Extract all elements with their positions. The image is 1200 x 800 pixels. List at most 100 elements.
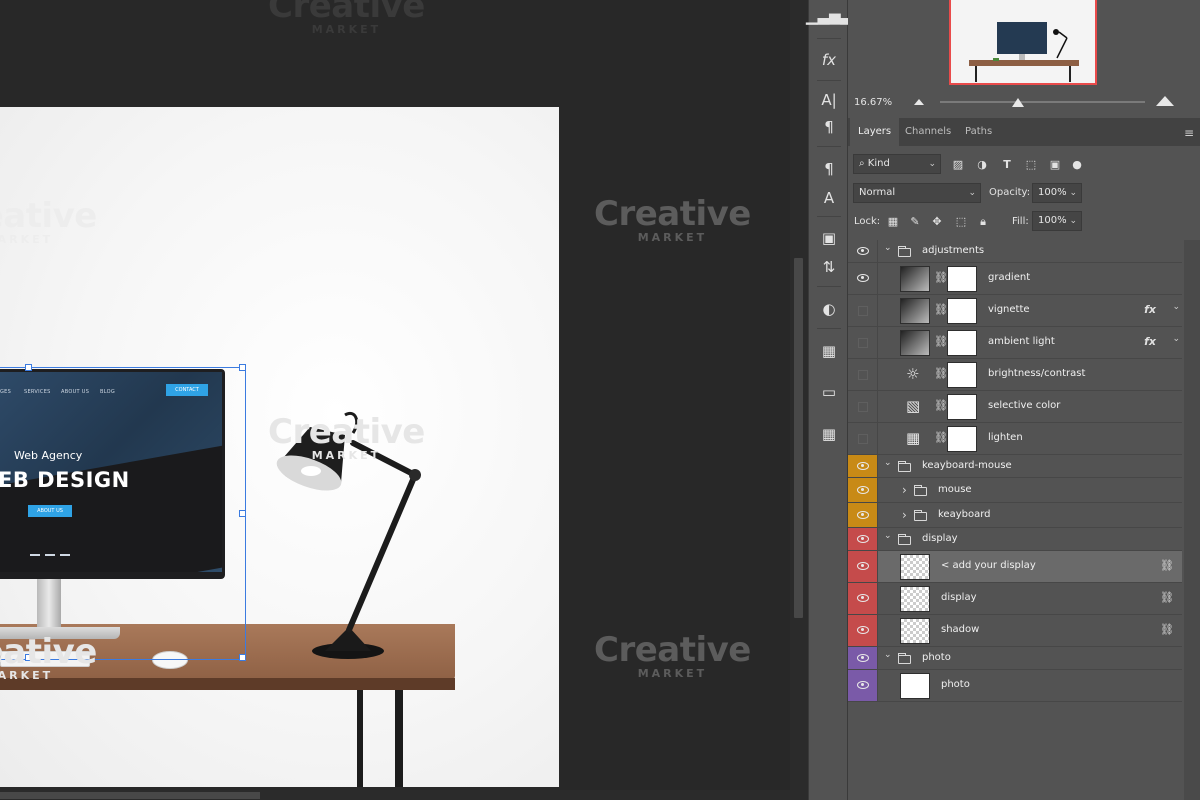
layer-row[interactable]: ▧ ⛓ selective color — [848, 391, 1182, 423]
chevron-down-icon[interactable]: ⌄ — [884, 243, 892, 253]
opacity-field[interactable]: 100% ⌄ — [1032, 183, 1082, 203]
layer-visibility-toggle[interactable] — [848, 423, 878, 454]
lock-paint-icon[interactable]: ✎ — [908, 215, 922, 229]
layer-visibility-toggle[interactable] — [848, 295, 878, 326]
fx-styles-icon[interactable]: fx — [815, 48, 843, 72]
layer-mask-thumbnail[interactable] — [947, 394, 977, 420]
layer-row[interactable]: shadow ⛓ — [848, 615, 1182, 647]
transform-handle[interactable] — [239, 654, 246, 661]
layer-visibility-toggle[interactable] — [848, 478, 878, 502]
layer-effects-icon[interactable]: fx — [1144, 303, 1156, 316]
layer-visibility-toggle[interactable] — [848, 647, 878, 669]
layer-name[interactable]: display — [941, 592, 977, 603]
layer-effects-icon[interactable]: fx — [1144, 335, 1156, 348]
layer-group-row[interactable]: › keayboard — [848, 503, 1182, 528]
filter-pixel-icon[interactable]: ▨ — [951, 158, 965, 172]
mask-link-icon[interactable]: ⛓ — [934, 367, 948, 380]
layer-visibility-toggle[interactable] — [848, 359, 878, 390]
layer-visibility-toggle[interactable] — [848, 391, 878, 422]
layer-name[interactable]: selective color — [988, 400, 1060, 411]
layer-group-row[interactable]: ⌄ keayboard-mouse — [848, 455, 1182, 478]
document-canvas[interactable]: GES SERVICES ABOUT US BLOG CONTACT Web A… — [0, 107, 559, 787]
layer-name[interactable]: gradient — [988, 272, 1030, 283]
layer-visibility-toggle[interactable] — [848, 583, 878, 614]
zoom-slider-handle[interactable] — [1012, 98, 1024, 107]
zoom-slider[interactable] — [940, 101, 1145, 103]
canvas-horizontal-scrollbar[interactable] — [0, 790, 790, 800]
transform-handle[interactable] — [239, 510, 246, 517]
paragraph-styles-icon[interactable]: ¶ — [815, 157, 843, 181]
canvas-vertical-scrollbar[interactable] — [790, 0, 808, 800]
character-icon[interactable]: A| — [815, 88, 843, 112]
panel-menu-icon[interactable]: ≡ — [1184, 126, 1194, 140]
layer-name[interactable]: shadow — [941, 624, 979, 635]
zoom-out-icon[interactable] — [914, 99, 924, 105]
scrollbar-thumb[interactable] — [0, 792, 260, 799]
layer-name[interactable]: photo — [941, 679, 970, 690]
layer-row[interactable]: ⛓ ambient light fx ⌄ — [848, 327, 1182, 359]
filter-adjustment-icon[interactable]: ◑ — [975, 158, 989, 172]
layer-visibility-toggle[interactable] — [848, 503, 878, 527]
layer-row[interactable]: ☼ ⛓ brightness/contrast — [848, 359, 1182, 391]
filter-kind-dropdown[interactable]: ⌕ Kind ⌄ — [853, 154, 941, 174]
layer-group-row[interactable]: › mouse — [848, 478, 1182, 503]
layer-visibility-toggle[interactable] — [848, 615, 878, 646]
layer-name[interactable]: display — [922, 533, 958, 544]
layer-visibility-toggle[interactable] — [848, 455, 878, 477]
lock-transparent-icon[interactable]: ▦ — [886, 215, 900, 229]
layer-name[interactable]: lighten — [988, 432, 1023, 443]
lock-all-icon[interactable]: 🔒︎ — [976, 215, 990, 229]
layer-mask-thumbnail[interactable] — [947, 426, 977, 452]
layer-group-row[interactable]: ⌄ photo — [848, 647, 1182, 670]
layer-name[interactable]: photo — [922, 652, 951, 663]
grid-swatch-icon[interactable]: ▦ — [815, 339, 843, 363]
layer-row[interactable]: ⛓ vignette fx ⌄ — [848, 295, 1182, 327]
image-icon[interactable]: ▣ — [815, 226, 843, 250]
layer-visibility-toggle[interactable] — [848, 528, 878, 550]
layer-visibility-toggle[interactable] — [848, 240, 878, 262]
layer-group-row[interactable]: ⌄ adjustments — [848, 240, 1182, 263]
transform-handle[interactable] — [25, 364, 32, 371]
layer-row[interactable]: display ⛓ — [848, 583, 1182, 615]
layer-name[interactable]: ambient light — [988, 336, 1055, 347]
gradient-icon[interactable]: ▭ — [815, 380, 843, 404]
zoom-level[interactable]: 16.67% — [854, 97, 892, 108]
tab-paths[interactable]: Paths — [957, 118, 1000, 146]
chevron-down-icon[interactable]: ⌄ — [884, 650, 892, 660]
zoom-in-icon[interactable] — [1156, 96, 1174, 106]
transform-bounding-box[interactable] — [0, 364, 246, 661]
layer-name[interactable]: < add your display — [941, 560, 1036, 571]
mask-link-icon[interactable]: ⛓ — [934, 335, 948, 348]
mask-link-icon[interactable]: ⛓ — [934, 431, 948, 444]
canvas-area[interactable]: GES SERVICES ABOUT US BLOG CONTACT Web A… — [0, 0, 790, 800]
layer-mask-thumbnail[interactable] — [947, 330, 977, 356]
fill-field[interactable]: 100% ⌄ — [1032, 211, 1082, 231]
layer-name[interactable]: vignette — [988, 304, 1030, 315]
chevron-down-icon[interactable]: ⌄ — [884, 531, 892, 541]
layer-name[interactable]: brightness/contrast — [988, 368, 1085, 379]
layer-name[interactable]: mouse — [938, 484, 972, 495]
layer-mask-thumbnail[interactable] — [947, 266, 977, 292]
layer-visibility-toggle[interactable] — [848, 670, 878, 701]
pattern-grid-icon[interactable]: ▦ — [815, 422, 843, 446]
clone-source-icon[interactable]: ⇅ — [815, 255, 843, 279]
filter-smart-object-icon[interactable]: ▣ — [1048, 158, 1062, 172]
navigator-preview[interactable] — [949, 0, 1097, 85]
swatches-palette-icon[interactable]: ◐ — [815, 297, 843, 321]
layer-visibility-toggle[interactable] — [848, 263, 878, 294]
layer-row[interactable]: ▦ ⛓ lighten — [848, 423, 1182, 455]
tab-channels[interactable]: Channels — [897, 118, 959, 146]
filter-type-icon[interactable]: T — [1000, 158, 1014, 172]
filter-shape-icon[interactable]: ⬚ — [1024, 158, 1038, 172]
layer-visibility-toggle[interactable] — [848, 551, 878, 582]
mask-link-icon[interactable]: ⛓ — [934, 271, 948, 284]
layer-group-row[interactable]: ⌄ display — [848, 528, 1182, 551]
layer-row[interactable]: ⛓ gradient — [848, 263, 1182, 295]
transform-handle[interactable] — [239, 364, 246, 371]
mask-link-icon[interactable]: ⛓ — [934, 303, 948, 316]
layer-row[interactable]: < add your display ⛓ — [848, 551, 1182, 583]
scrollbar-thumb[interactable] — [794, 258, 803, 618]
chevron-right-icon[interactable]: › — [902, 508, 907, 522]
lock-move-icon[interactable]: ✥ — [930, 215, 944, 229]
paragraph-icon[interactable]: ¶ — [815, 115, 843, 139]
